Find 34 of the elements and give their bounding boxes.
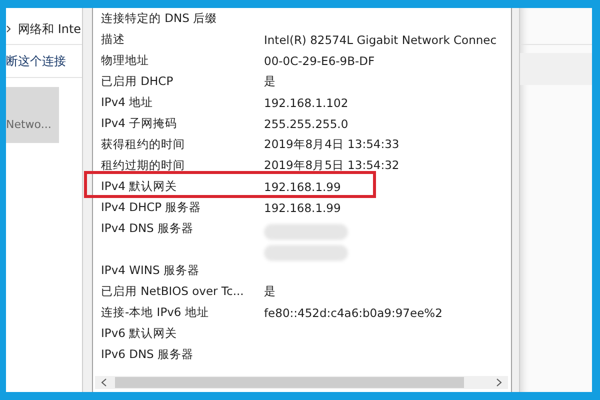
property-name: IPv4 地址 <box>101 95 154 110</box>
property-name: 获得租约的时间 <box>101 137 186 152</box>
breadcrumb[interactable]: 网络和 Inte <box>18 20 82 38</box>
scroll-right-icon[interactable] <box>496 378 502 387</box>
property-value: 2019年8月4日 13:54:33 <box>264 137 400 152</box>
property-name: IPv6 DNS 服务器 <box>101 347 195 362</box>
property-value: fe80::452d:c4a6:b0a9:97ee%2 <box>264 306 442 320</box>
property-name: IPv6 默认网关 <box>101 326 178 341</box>
toolbar-command[interactable]: 断这个连接 <box>6 52 66 70</box>
property-name: 连接-本地 IPv6 地址 <box>101 305 210 320</box>
property-name: 已启用 DHCP <box>101 74 174 89</box>
property-value: 192.168.1.99 <box>264 180 341 194</box>
property-value: 192.168.1.102 <box>264 96 348 110</box>
property-name: IPv4 默认网关 <box>101 179 178 194</box>
property-value: 255.255.255.0 <box>264 116 348 130</box>
property-name: 连接特定的 DNS 后缀 <box>101 11 218 26</box>
property-value: 192.168.1.99 <box>264 200 341 214</box>
property-name: 描述 <box>101 32 126 47</box>
property-value: 2019年8月5日 13:54:32 <box>264 158 400 173</box>
property-name: IPv4 WINS 服务器 <box>101 263 200 278</box>
property-name: IPv4 DHCP 服务器 <box>101 200 202 215</box>
scroll-left-icon[interactable] <box>101 378 107 387</box>
property-value: 00-0C-29-E6-9B-DF <box>264 54 375 68</box>
property-name: 已启用 NetBIOS over Tc... <box>101 284 245 299</box>
chevron-icon <box>6 25 11 33</box>
adapter-tile[interactable]: Netwo... <box>6 87 59 143</box>
property-value: Intel(R) 82574L Gigabit Network Connec <box>264 32 497 46</box>
property-value: 是 <box>264 74 276 89</box>
property-name: IPv4 DNS 服务器 <box>101 221 195 236</box>
property-name: 租约过期的时间 <box>101 158 186 173</box>
adapter-name: Netwo... <box>6 118 52 130</box>
property-name: 物理地址 <box>101 53 150 68</box>
property-value: 是 <box>264 284 276 299</box>
property-name: IPv4 子网掩码 <box>101 116 178 131</box>
